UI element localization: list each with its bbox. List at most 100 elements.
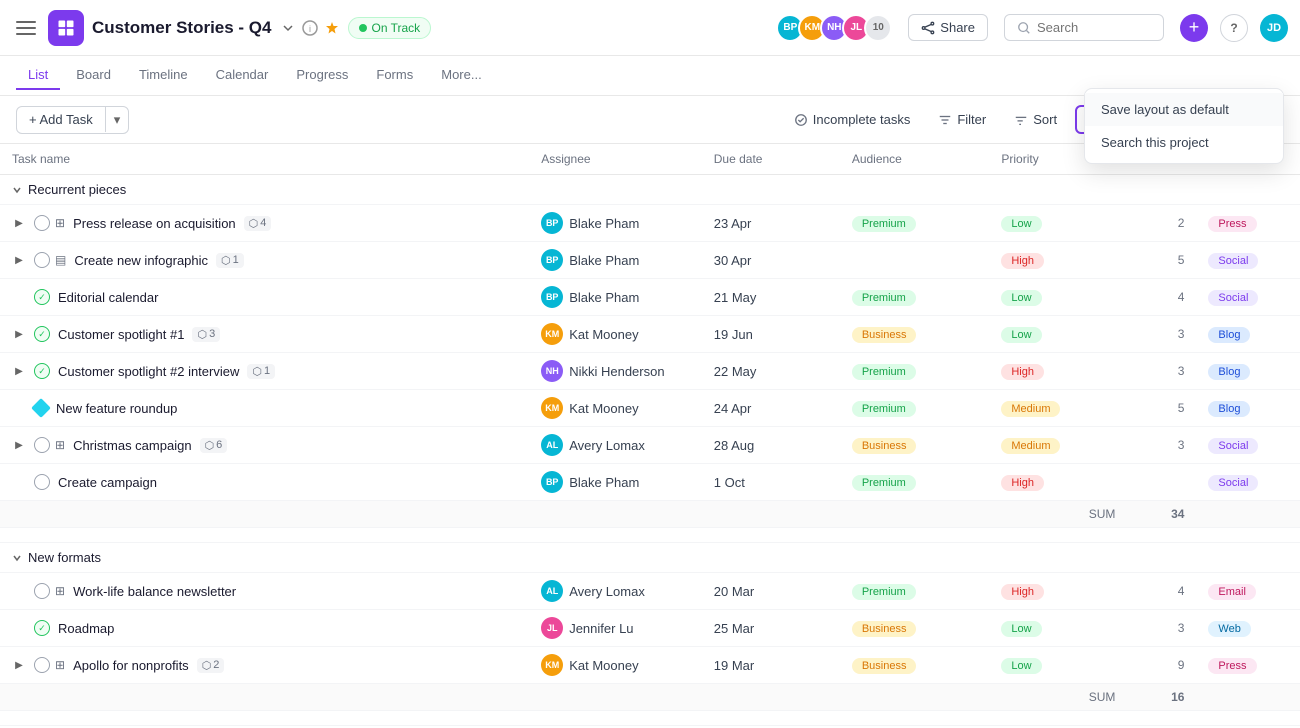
expand-button[interactable]: ▶ <box>12 364 26 378</box>
tag-badge-blog: Blog <box>1208 401 1250 417</box>
expand-button[interactable]: ▶ <box>12 327 26 341</box>
hamburger-menu[interactable] <box>12 14 40 42</box>
row-num: 3 <box>1127 316 1196 353</box>
row-num: 2 <box>1127 205 1196 242</box>
share-label: Share <box>940 20 975 35</box>
badge-low: Low <box>1001 621 1041 637</box>
sum-tag-empty <box>1196 684 1300 711</box>
row-num: 4 <box>1127 573 1196 610</box>
help-button[interactable]: ? <box>1220 14 1248 42</box>
badge-high: High <box>1001 253 1044 269</box>
task-status-wrapper: ⊞ <box>34 437 65 453</box>
subtask-icon: ⬡ <box>197 328 207 341</box>
subtask-count: ⬡1 <box>247 364 275 379</box>
priority-cell: Medium <box>989 427 1127 464</box>
audience-cell: Premium <box>840 390 990 427</box>
badge-low: Low <box>1001 658 1041 674</box>
tab-more[interactable]: More... <box>429 61 493 90</box>
expand-button[interactable]: ▶ <box>12 216 26 230</box>
badge-premium: Premium <box>852 401 916 417</box>
table-row: New feature roundup KM Kat Mooney 24 Apr… <box>0 390 1300 427</box>
table-row: Roadmap JL Jennifer Lu 25 Mar Business L… <box>0 610 1300 647</box>
star-icon[interactable] <box>324 20 340 36</box>
expand-button[interactable]: ▶ <box>12 658 26 672</box>
tab-progress[interactable]: Progress <box>284 61 360 90</box>
table-row: ▶ ⊞ Press release on acquisition ⬡4 BP B… <box>0 205 1300 242</box>
section-spacer <box>0 711 1300 726</box>
user-avatar[interactable]: JD <box>1260 14 1288 42</box>
assignee-name: Blake Pham <box>569 290 639 305</box>
expand-button[interactable]: ▶ <box>12 253 26 267</box>
tab-calendar[interactable]: Calendar <box>204 61 281 90</box>
assignee-name: Kat Mooney <box>569 327 638 342</box>
info-icon[interactable]: i <box>302 20 318 36</box>
badge-high: High <box>1001 364 1044 380</box>
add-task-label: + Add Task <box>29 112 93 127</box>
assignee-name: Nikki Henderson <box>569 364 664 379</box>
col-header-due: Due date <box>702 144 840 175</box>
incomplete-tasks-button[interactable]: Incomplete tasks <box>784 107 921 132</box>
task-icon-doc: ▤ <box>55 253 66 267</box>
sort-button[interactable]: Sort <box>1004 107 1067 132</box>
task-name-cell: ▶ Customer spotlight #1 ⬡3 <box>0 316 529 353</box>
add-task-caret[interactable]: ▾ <box>106 107 129 133</box>
row-num: 5 <box>1127 390 1196 427</box>
due-date: 25 Mar <box>702 610 840 647</box>
task-name-cell: Roadmap <box>0 610 529 647</box>
subtask-icon: ⬡ <box>205 439 215 452</box>
priority-cell: High <box>989 242 1127 279</box>
badge-high: High <box>1001 584 1044 600</box>
tab-timeline[interactable]: Timeline <box>127 61 200 90</box>
status-icon-empty <box>34 474 50 490</box>
row-num: 3 <box>1127 353 1196 390</box>
tag-cell: Press <box>1196 647 1300 684</box>
dropdown-item-search-project[interactable]: Search this project <box>1085 126 1283 159</box>
tag-badge-social: Social <box>1208 438 1258 454</box>
tab-list[interactable]: List <box>16 61 60 90</box>
filter-button[interactable]: Filter <box>928 107 996 132</box>
badge-business: Business <box>852 621 917 637</box>
svg-text:i: i <box>309 24 311 34</box>
avatar-count[interactable]: 10 <box>864 14 892 42</box>
status-icon-empty <box>34 215 50 231</box>
row-num: 3 <box>1127 427 1196 464</box>
priority-cell: High <box>989 353 1127 390</box>
priority-cell: High <box>989 464 1127 501</box>
tab-forms[interactable]: Forms <box>364 61 425 90</box>
search-input[interactable] <box>1037 20 1137 35</box>
member-avatars[interactable]: BP KM NH JL 10 <box>776 14 892 42</box>
table-row: ▶ Customer spotlight #1 ⬡3 KM Kat Mooney <box>0 316 1300 353</box>
due-date: 23 Apr <box>702 205 840 242</box>
sum-row-new-formats: SUM 16 <box>0 684 1300 711</box>
section-chevron-icon[interactable] <box>12 185 22 195</box>
add-button[interactable]: + <box>1180 14 1208 42</box>
tag-badge-press: Press <box>1208 216 1256 232</box>
task-name-label: Roadmap <box>58 621 114 636</box>
badge-low: Low <box>1001 216 1041 232</box>
task-name-label: Apollo for nonprofits <box>73 658 189 673</box>
section-chevron-icon[interactable] <box>12 553 22 563</box>
circle-check-icon <box>794 113 808 127</box>
task-status-wrapper: ⊞ <box>34 657 65 673</box>
tag-cell: Press <box>1196 205 1300 242</box>
search-box[interactable] <box>1004 14 1164 41</box>
due-date: 28 Aug <box>702 427 840 464</box>
chevron-down-icon[interactable] <box>280 20 296 36</box>
task-name-cell: ⊞ Work-life balance newsletter <box>0 573 529 610</box>
add-task-main[interactable]: + Add Task <box>17 107 106 132</box>
tag-badge-press: Press <box>1208 658 1256 674</box>
share-button[interactable]: Share <box>908 14 988 41</box>
tab-board[interactable]: Board <box>64 61 123 90</box>
add-task-button[interactable]: + Add Task ▾ <box>16 106 129 134</box>
dropdown-item-save-layout[interactable]: Save layout as default <box>1085 93 1283 126</box>
expand-button[interactable]: ▶ <box>12 438 26 452</box>
tag-badge-blog: Blog <box>1208 364 1250 380</box>
search-icon <box>1017 21 1031 35</box>
section-header-new-formats: New formats <box>0 543 1300 573</box>
badge-medium: Medium <box>1001 401 1060 417</box>
assignee-cell: KM Kat Mooney <box>529 647 702 684</box>
task-table: Task name Assignee Due date Audience Pri… <box>0 144 1300 726</box>
assignee-avatar: KM <box>541 654 563 676</box>
tag-badge-social: Social <box>1208 290 1258 306</box>
sort-label: Sort <box>1033 112 1057 127</box>
